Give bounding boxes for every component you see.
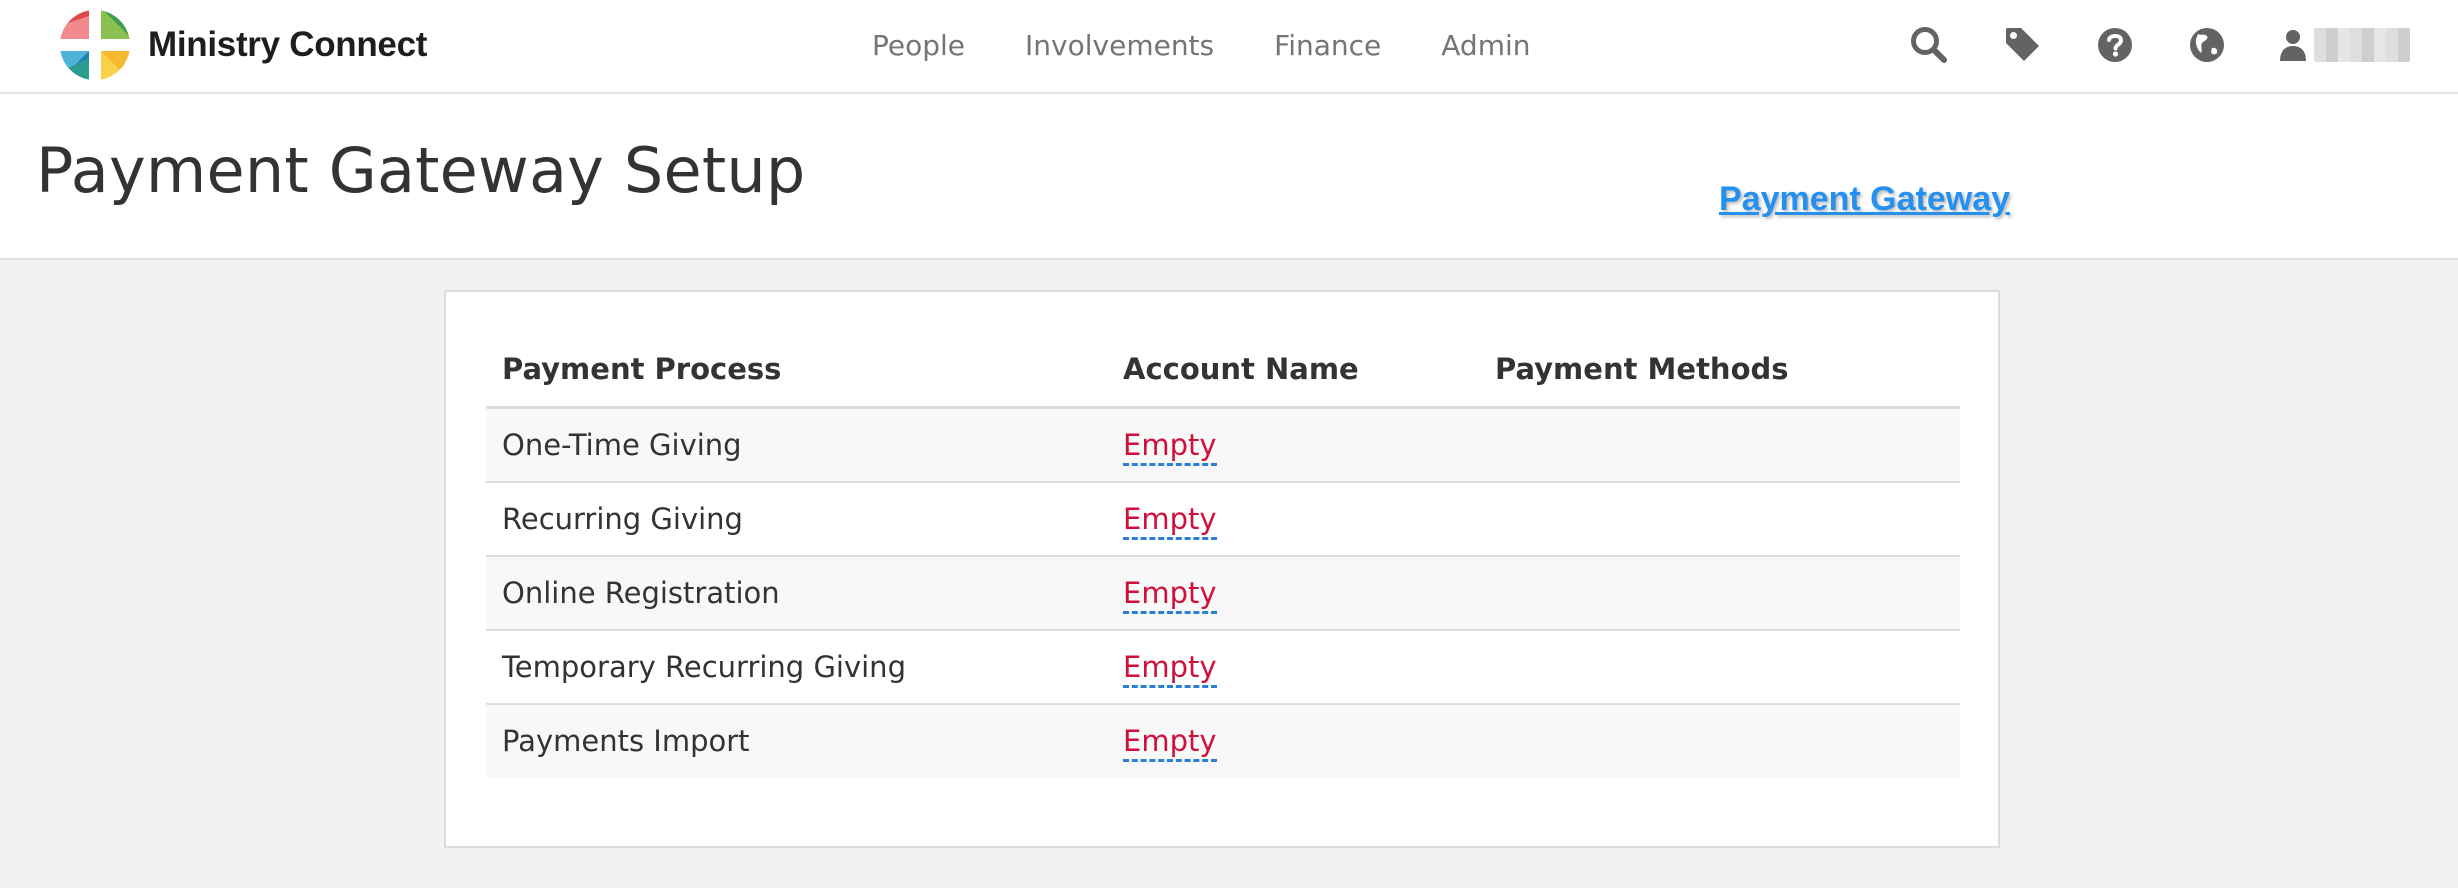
page-title: Payment Gateway Setup (36, 134, 806, 207)
column-header-payment-methods: Payment Methods (1479, 332, 1960, 409)
main-nav: People Involvements Finance Admin (872, 0, 1531, 90)
table-row: Temporary Recurring Giving Empty (486, 630, 1960, 705)
brand-name: Ministry Connect (148, 25, 428, 64)
nav-link-admin[interactable]: Admin (1441, 29, 1530, 62)
payment-methods-cell (1479, 407, 1960, 483)
payment-process-cell: Payments Import (486, 704, 1107, 777)
payment-methods-cell (1479, 704, 1960, 777)
ministry-connect-logo-icon (60, 10, 130, 80)
globe-icon[interactable] (2186, 24, 2228, 66)
tag-icon[interactable] (2002, 24, 2044, 66)
payment-methods-cell (1479, 556, 1960, 631)
account-name-cell: Empty (1107, 704, 1479, 777)
help-icon[interactable] (2094, 24, 2136, 66)
payment-process-cell: Online Registration (486, 556, 1107, 631)
nav-link-involvements[interactable]: Involvements (1025, 29, 1214, 62)
account-name-edit-link[interactable]: Empty (1123, 502, 1217, 540)
nav-link-finance[interactable]: Finance (1274, 29, 1381, 62)
top-navbar: Ministry Connect People Involvements Fin… (0, 0, 2458, 94)
table-row: One-Time Giving Empty (486, 407, 1960, 483)
account-name-cell: Empty (1107, 482, 1479, 557)
payment-process-table: Payment Process Account Name Payment Met… (486, 332, 1960, 777)
user-menu[interactable] (2278, 24, 2410, 66)
column-header-payment-process: Payment Process (486, 332, 1107, 409)
payment-methods-cell (1479, 630, 1960, 705)
account-name-edit-link[interactable]: Empty (1123, 724, 1217, 762)
nav-link-people[interactable]: People (872, 29, 965, 62)
table-header-row: Payment Process Account Name Payment Met… (486, 332, 1960, 409)
account-name-edit-link[interactable]: Empty (1123, 650, 1217, 688)
payment-gateway-link[interactable]: Payment Gateway (1719, 180, 2010, 219)
account-name-edit-link[interactable]: Empty (1123, 428, 1217, 466)
user-icon (2280, 30, 2306, 61)
user-name-redacted (2314, 28, 2410, 62)
payment-process-cell: Recurring Giving (486, 482, 1107, 557)
table-row: Online Registration Empty (486, 556, 1960, 631)
account-name-edit-link[interactable]: Empty (1123, 576, 1217, 614)
page-header: Payment Gateway Setup Payment Gateway (0, 94, 2458, 260)
payment-process-panel: Payment Process Account Name Payment Met… (444, 290, 2000, 848)
payment-process-cell: Temporary Recurring Giving (486, 630, 1107, 705)
account-name-cell: Empty (1107, 556, 1479, 631)
table-row: Recurring Giving Empty (486, 482, 1960, 557)
column-header-account-name: Account Name (1107, 332, 1479, 409)
search-icon[interactable] (1908, 24, 1950, 66)
account-name-cell: Empty (1107, 407, 1479, 483)
brand-home-link[interactable]: Ministry Connect (58, 8, 427, 82)
table-row: Payments Import Empty (486, 704, 1960, 777)
payment-methods-cell (1479, 482, 1960, 557)
payment-process-cell: One-Time Giving (486, 407, 1107, 483)
account-name-cell: Empty (1107, 630, 1479, 705)
